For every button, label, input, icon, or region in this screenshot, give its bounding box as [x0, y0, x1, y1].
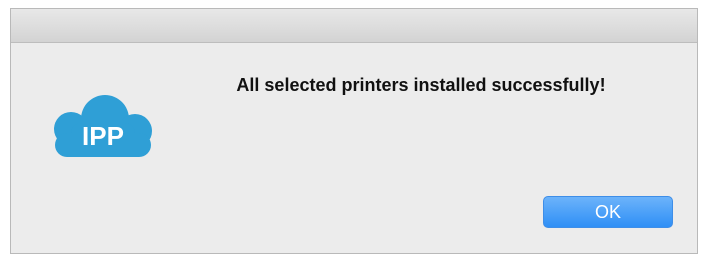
dialog-message: All selected printers installed successf…	[236, 75, 606, 95]
success-dialog: IPP All selected printers installed succ…	[10, 8, 698, 254]
dialog-titlebar[interactable]	[11, 9, 697, 43]
ok-button[interactable]: OK	[543, 196, 673, 228]
ipp-cloud-icon: IPP	[54, 95, 152, 157]
ipp-icon-label: IPP	[82, 121, 124, 151]
